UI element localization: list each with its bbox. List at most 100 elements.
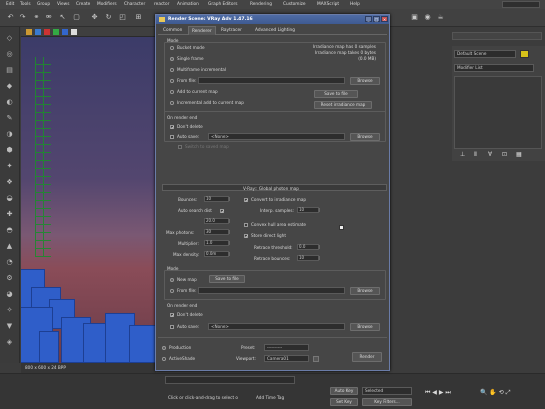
- tool-icon[interactable]: ◓: [5, 225, 14, 234]
- dont-delete-checkbox-2[interactable]: ✔: [170, 313, 174, 318]
- menu-rendering[interactable]: Rendering: [250, 2, 272, 7]
- tool-icon[interactable]: ✦: [5, 161, 14, 170]
- menu-reactor[interactable]: reactor: [154, 2, 169, 7]
- menu-group[interactable]: Group: [37, 2, 50, 7]
- radio-production[interactable]: [162, 346, 166, 350]
- switch-saved-checkbox[interactable]: [178, 145, 182, 149]
- auto-save-field[interactable]: <None>: [208, 133, 345, 140]
- menu-maxscript[interactable]: MAXScript: [317, 2, 339, 7]
- tool-icon[interactable]: ◈: [5, 337, 14, 346]
- redo-icon[interactable]: ↷: [18, 12, 27, 21]
- radio-new-map[interactable]: [170, 278, 174, 282]
- configure-icon[interactable]: ▦: [516, 152, 522, 158]
- tool-icon[interactable]: ✧: [5, 305, 14, 314]
- tool-icon[interactable]: ◐: [5, 97, 14, 106]
- channel-red-icon[interactable]: [44, 29, 50, 35]
- quick-render-icon[interactable]: ☕: [436, 12, 445, 21]
- retrace-threshold-spinner[interactable]: 0.0: [297, 244, 320, 250]
- rollout-header[interactable]: V-Ray:: Global photon map: [162, 184, 387, 191]
- photon-file-field[interactable]: [198, 287, 345, 294]
- radio-multiframe[interactable]: [170, 68, 174, 72]
- maximize-icon[interactable]: □: [373, 16, 380, 22]
- rotate-icon[interactable]: ↻: [104, 12, 113, 21]
- save-icon[interactable]: [26, 29, 32, 35]
- menu-modifiers[interactable]: Modifiers: [97, 2, 117, 7]
- menu-views[interactable]: Views: [57, 2, 69, 7]
- move-icon[interactable]: ✥: [90, 12, 99, 21]
- dialog-title[interactable]: Render Scene: VRay Adv 1.47.16: [156, 15, 389, 24]
- convex-hull-checkbox[interactable]: [244, 223, 248, 227]
- browse-button[interactable]: Browse: [350, 287, 380, 295]
- auto-key-button[interactable]: Auto Key: [330, 387, 358, 395]
- save-to-file-button-2[interactable]: Save to file: [209, 275, 245, 283]
- auto-search-checkbox[interactable]: ✔: [220, 209, 224, 214]
- select-region-icon[interactable]: ▢: [72, 12, 81, 21]
- radio-incremental-add[interactable]: [170, 101, 174, 105]
- auto-save-field-2[interactable]: <None>: [208, 323, 345, 330]
- tool-icon[interactable]: ◔: [5, 257, 14, 266]
- link-icon[interactable]: ⚭: [32, 12, 41, 21]
- auto-save-checkbox[interactable]: [170, 135, 174, 139]
- render-icon[interactable]: ◉: [423, 12, 432, 21]
- time-slider[interactable]: [165, 376, 295, 384]
- set-key-button[interactable]: Set Key: [330, 398, 358, 406]
- tab-renderer[interactable]: Renderer: [188, 26, 216, 35]
- bounces-spinner[interactable]: 10: [204, 196, 230, 202]
- undo-icon[interactable]: ↶: [6, 12, 15, 21]
- browse-button[interactable]: Browse: [350, 323, 380, 331]
- scale-icon[interactable]: ◰: [118, 12, 127, 21]
- menu-animation[interactable]: Animation: [177, 2, 199, 7]
- close-icon[interactable]: ×: [381, 16, 388, 22]
- max-photons-spinner[interactable]: 30: [204, 229, 230, 235]
- key-filters-button[interactable]: Key Filters...: [362, 398, 412, 406]
- menu-edit[interactable]: Edit: [6, 2, 14, 7]
- tool-icon[interactable]: ◇: [5, 33, 14, 42]
- show-end-result-icon[interactable]: Ⅱ: [474, 152, 477, 158]
- menu-customize[interactable]: Customize: [283, 2, 306, 7]
- tool-icon[interactable]: ▤: [5, 65, 14, 74]
- object-name-field[interactable]: Default Scene: [454, 50, 516, 58]
- tab-raytracer[interactable]: Raytracer: [218, 26, 245, 35]
- irradiance-file-field[interactable]: [198, 77, 345, 84]
- copy-icon[interactable]: [35, 29, 41, 35]
- object-color-swatch[interactable]: [520, 50, 529, 58]
- playback-controls-icon[interactable]: ⏮ ◀ ▶ ⏭: [425, 390, 451, 396]
- browse-button[interactable]: Browse: [350, 77, 380, 85]
- tool-icon[interactable]: ❖: [5, 177, 14, 186]
- clear-icon[interactable]: [71, 29, 77, 35]
- radio-from-file[interactable]: [170, 79, 174, 83]
- tool-icon[interactable]: ▼: [5, 321, 14, 330]
- tool-icon[interactable]: ⚙: [5, 273, 14, 282]
- minimize-icon[interactable]: _: [365, 16, 372, 22]
- max-density-spinner[interactable]: 0.0m: [204, 251, 230, 257]
- retrace-bounces-spinner[interactable]: 10: [297, 255, 320, 261]
- auto-save-checkbox-2[interactable]: [170, 325, 174, 329]
- tool-icon[interactable]: ✎: [5, 113, 14, 122]
- multiplier-spinner[interactable]: 1.0: [204, 240, 230, 246]
- channel-blue-icon[interactable]: [62, 29, 68, 35]
- radio-bucket-mode[interactable]: [170, 46, 174, 50]
- viewport-dropdown[interactable]: Camera01: [264, 355, 309, 362]
- store-direct-light-checkbox[interactable]: ✔: [244, 234, 248, 239]
- command-panel-tabs[interactable]: [452, 32, 542, 40]
- interp-samples-spinner[interactable]: 10: [297, 207, 320, 213]
- radio-from-file-2[interactable]: [170, 289, 174, 293]
- pin-stack-icon[interactable]: ⊥: [460, 152, 465, 158]
- modifier-stack[interactable]: [454, 76, 542, 149]
- selection-set-dropdown[interactable]: Selected: [362, 387, 412, 395]
- tab-common[interactable]: Common: [160, 26, 185, 35]
- tool-icon[interactable]: ◎: [5, 49, 14, 58]
- tool-icon[interactable]: ▲: [5, 241, 14, 250]
- lock-icon[interactable]: [313, 356, 319, 362]
- radio-add-to-map[interactable]: [170, 90, 174, 94]
- tool-icon[interactable]: ◕: [5, 289, 14, 298]
- tool-icon[interactable]: ◒: [5, 193, 14, 202]
- make-unique-icon[interactable]: ∀: [488, 152, 492, 158]
- tool-icon[interactable]: ◑: [5, 129, 14, 138]
- tab-advanced-lighting[interactable]: Advanced Lighting: [252, 26, 298, 35]
- dont-delete-checkbox[interactable]: ✔: [170, 125, 174, 130]
- menu-graph-editors[interactable]: Graph Editors: [208, 2, 238, 7]
- save-to-file-button[interactable]: Save to file: [314, 90, 358, 98]
- browse-button[interactable]: Browse: [350, 133, 380, 141]
- convert-irradiance-checkbox[interactable]: ✔: [244, 198, 248, 203]
